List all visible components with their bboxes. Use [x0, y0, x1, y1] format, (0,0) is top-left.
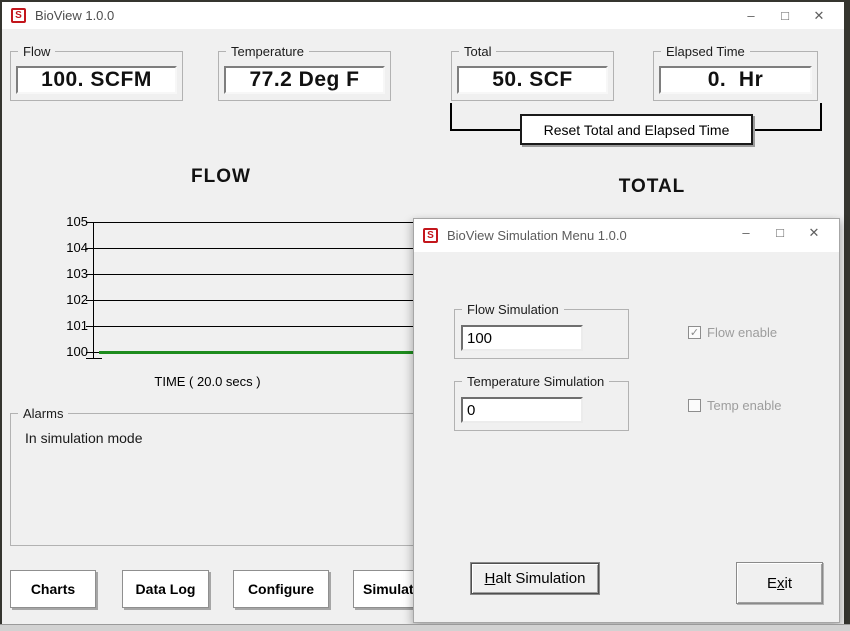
bioview-logo-icon: S	[11, 8, 26, 23]
time-axis-label: TIME ( 20.0 secs )	[95, 374, 320, 389]
y-axis-line	[93, 222, 94, 359]
exit-button[interactable]: Exit	[736, 562, 823, 604]
temperature-gauge-label: Temperature	[226, 44, 309, 59]
checkbox-check-icon	[688, 399, 701, 412]
chart-gridline	[93, 326, 416, 327]
dialog-titlebar: S BioView Simulation Menu 1.0.0 – □ ✕	[414, 219, 839, 252]
y-axis-tick-label: 103	[60, 266, 88, 282]
flow-enable-checkbox[interactable]: ✓ Flow enable	[688, 325, 777, 340]
checkbox-check-icon: ✓	[688, 326, 701, 339]
reset-bracket-left	[450, 103, 520, 131]
close-icon[interactable]: ✕	[802, 2, 836, 29]
y-axis-tick-label: 105	[60, 214, 88, 230]
y-axis-tick-label: 102	[60, 292, 88, 308]
minimize-icon[interactable]: –	[729, 219, 763, 246]
chart-gridline	[93, 248, 416, 249]
alarms-label: Alarms	[18, 406, 68, 421]
configure-button[interactable]: Configure	[233, 570, 329, 608]
data-log-button[interactable]: Data Log	[122, 570, 209, 608]
chart-gridline	[93, 222, 416, 223]
chart-gridline	[93, 274, 416, 275]
y-axis-tick-label: 100	[60, 344, 88, 360]
reset-total-elapsed-button[interactable]: Reset Total and Elapsed Time	[520, 114, 753, 145]
dialog-title: BioView Simulation Menu 1.0.0	[447, 228, 627, 243]
main-window-title: BioView 1.0.0	[35, 8, 114, 23]
chart-gridline	[93, 300, 416, 301]
flow-chart: 100 101 102 103 104 105	[60, 216, 416, 368]
reset-bracket-right	[753, 103, 822, 131]
flow-gauge-label: Flow	[18, 44, 55, 59]
charts-button[interactable]: Charts	[10, 570, 96, 608]
halt-simulation-button[interactable]: Halt Simulation	[471, 563, 599, 594]
minimize-icon[interactable]: –	[734, 2, 768, 29]
y-axis-tick-label: 104	[60, 240, 88, 256]
temperature-gauge-value: 77.2 Deg F	[224, 66, 385, 94]
flow-simulation-label: Flow Simulation	[462, 302, 564, 317]
temp-enable-checkbox[interactable]: Temp enable	[688, 398, 781, 413]
total-gauge-value: 50. SCF	[457, 66, 608, 94]
temperature-simulation-input[interactable]	[461, 397, 583, 423]
temp-enable-label: Temp enable	[707, 398, 781, 413]
total-chart-title: TOTAL	[562, 176, 742, 198]
x-axis-tick-mark	[86, 358, 102, 359]
flow-enable-label: Flow enable	[707, 325, 777, 340]
elapsed-time-gauge-value: 0. Hr	[659, 66, 812, 94]
y-axis-tick-label: 101	[60, 318, 88, 334]
bioview-logo-icon: S	[423, 228, 438, 243]
flow-series-line	[99, 351, 416, 354]
flow-simulation-input[interactable]	[461, 325, 583, 351]
maximize-icon[interactable]: □	[763, 219, 797, 246]
flow-chart-title: FLOW	[131, 166, 311, 188]
flow-gauge-value: 100. SCFM	[16, 66, 177, 94]
taskbar-strip	[0, 624, 850, 631]
alarm-message: In simulation mode	[25, 430, 143, 446]
elapsed-time-gauge-label: Elapsed Time	[661, 44, 750, 59]
maximize-icon[interactable]: □	[768, 2, 802, 29]
total-gauge-label: Total	[459, 44, 496, 59]
simulation-dialog: S BioView Simulation Menu 1.0.0 – □ ✕ Fl…	[413, 218, 840, 623]
temperature-simulation-label: Temperature Simulation	[462, 374, 609, 389]
main-titlebar: S BioView 1.0.0 – □ ✕	[2, 2, 844, 29]
close-icon[interactable]: ✕	[797, 219, 831, 246]
